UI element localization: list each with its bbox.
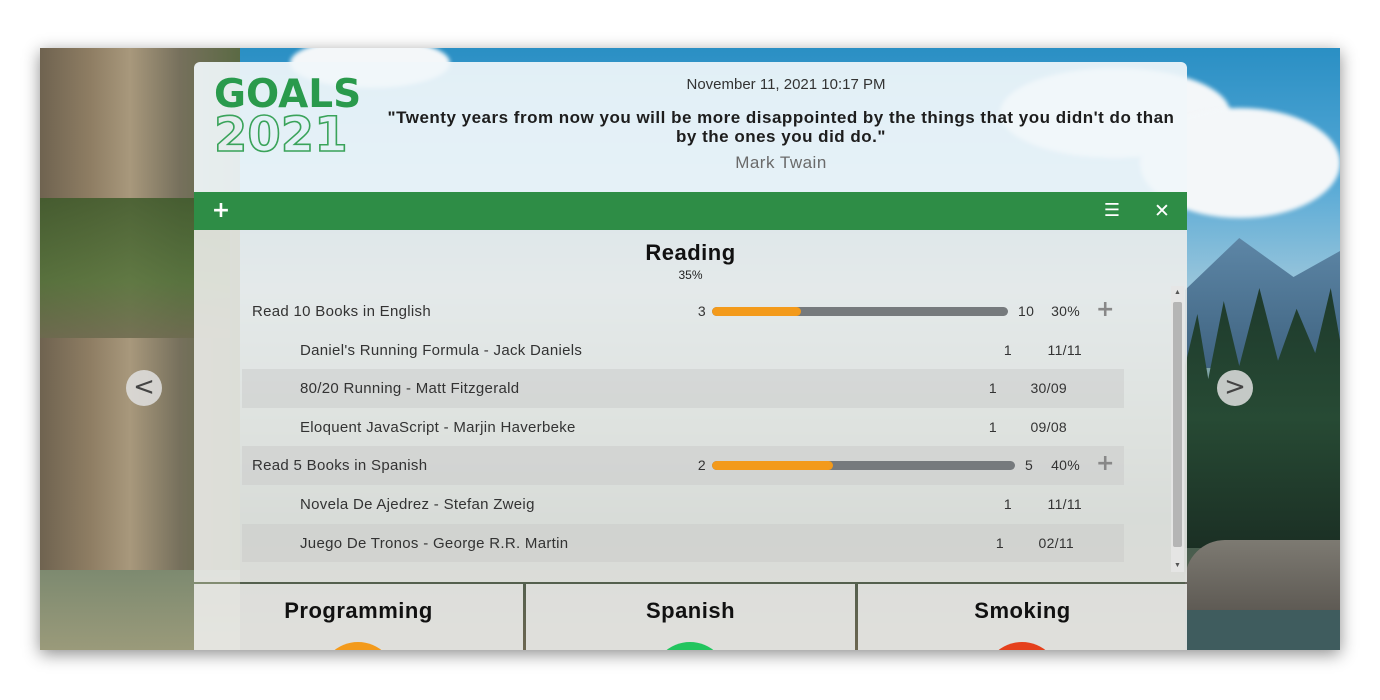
entry-label: 80/20 Running - Matt Fitzgerald	[300, 380, 520, 398]
goal-progress-fill	[712, 461, 834, 471]
card-title: Smoking	[974, 598, 1071, 623]
entry-label: Eloquent JavaScript - Marjin Haverbeke	[300, 418, 576, 436]
entry-quantity: 1	[1003, 341, 1012, 358]
category-card-spanish[interactable]: Spanish	[526, 584, 855, 650]
entry-date: 09/08	[1030, 418, 1067, 435]
goal-list-scrollbar[interactable]: ▲ ▼	[1171, 286, 1184, 572]
chevron-right-icon: >	[1224, 372, 1246, 402]
background-rocks	[1185, 540, 1340, 620]
progress-gauge	[984, 642, 1060, 650]
entry-quantity: 1	[988, 380, 997, 397]
background-water	[1185, 610, 1340, 650]
category-percent: 35%	[678, 268, 703, 282]
category-card-smoking[interactable]: Smoking	[858, 584, 1187, 650]
goal-list: Read 10 Books in English 3 10 30% + Dani…	[242, 292, 1124, 563]
toolbar: + ☰ ✕	[194, 192, 1187, 230]
plus-icon: +	[211, 198, 231, 223]
entry-date: 11/11	[1047, 341, 1082, 358]
goal-percent: 40%	[1051, 457, 1080, 474]
goal-label: Read 5 Books in Spanish	[252, 457, 428, 475]
goals-logo: GOALS 2021	[213, 75, 364, 163]
next-category-button[interactable]: >	[1217, 370, 1253, 406]
card-title: Spanish	[645, 598, 736, 623]
entry-row[interactable]: 80/20 Running - Matt Fitzgerald 1 30/09	[242, 369, 1124, 408]
entry-label: Novela De Ajedrez - Stefan Zweig	[300, 495, 535, 513]
scrollbar-thumb[interactable]	[1173, 302, 1182, 547]
goal-progress-bar	[712, 307, 1008, 316]
category-card-programming[interactable]: Programming	[194, 584, 523, 650]
entry-row[interactable]: Novela De Ajedrez - Stefan Zweig 1 11/11	[242, 485, 1124, 524]
chevron-left-icon: <	[133, 372, 155, 402]
scroll-down-icon[interactable]: ▼	[1171, 559, 1184, 572]
progress-gauge	[320, 642, 396, 650]
add-goal-button[interactable]: +	[206, 192, 236, 230]
close-icon: ✕	[1154, 200, 1170, 222]
progress-gauge	[652, 642, 728, 650]
entry-label: Juego De Tronos - George R.R. Martin	[300, 534, 569, 552]
entry-date: 02/11	[1038, 534, 1074, 551]
entry-row[interactable]: Daniel's Running Formula - Jack Daniels …	[242, 331, 1124, 370]
goals-panel: GOALS 2021 November 11, 2021 10:17 PM "T…	[194, 62, 1187, 650]
category-cards: Programming Spanish Smoking	[194, 584, 1187, 650]
entry-date: 11/11	[1047, 495, 1082, 512]
goal-current-count: 2	[697, 457, 706, 474]
goal-progress-bar	[712, 461, 1015, 471]
entry-date: 30/09	[1030, 380, 1067, 397]
entry-row[interactable]: Juego De Tronos - George R.R. Martin 1 0…	[242, 523, 1124, 563]
close-button[interactable]: ✕	[1147, 192, 1177, 230]
goal-row[interactable]: Read 10 Books in English 3 10 30% +	[242, 292, 1124, 331]
entry-quantity: 1	[1003, 495, 1012, 512]
hamburger-menu-icon: ☰	[1103, 200, 1121, 221]
header: GOALS 2021 November 11, 2021 10:17 PM "T…	[194, 62, 1187, 192]
app-window: < > GOALS 2021 November 11, 2021 10:17 P…	[40, 48, 1340, 650]
quote-author: Mark Twain	[735, 153, 827, 172]
add-entry-button[interactable]: +	[1096, 297, 1115, 322]
goal-row[interactable]: Read 5 Books in Spanish 2 5 40% +	[242, 446, 1124, 485]
entry-row[interactable]: Eloquent JavaScript - Marjin Haverbeke 1…	[242, 408, 1124, 447]
quote-text: "Twenty years from now you will be more …	[387, 108, 1175, 146]
menu-button[interactable]: ☰	[1097, 192, 1127, 230]
entry-quantity: 1	[988, 418, 997, 435]
goal-label: Read 10 Books in English	[252, 303, 431, 320]
entry-label: Daniel's Running Formula - Jack Daniels	[300, 341, 583, 359]
category-title: Reading	[645, 240, 736, 265]
logo-year: 2021	[213, 107, 348, 163]
entry-quantity: 1	[995, 534, 1004, 551]
category-content: Reading 35% Read 10 Books in English 3 1…	[194, 230, 1187, 582]
goal-percent: 30%	[1051, 303, 1080, 319]
current-datetime: November 11, 2021 10:17 PM	[686, 76, 886, 93]
add-entry-button[interactable]: +	[1096, 451, 1115, 476]
previous-category-button[interactable]: <	[126, 370, 162, 406]
card-title: Programming	[284, 598, 433, 623]
goal-progress-fill	[712, 307, 801, 316]
scroll-up-icon[interactable]: ▲	[1171, 286, 1184, 299]
goal-current-count: 3	[697, 303, 706, 319]
